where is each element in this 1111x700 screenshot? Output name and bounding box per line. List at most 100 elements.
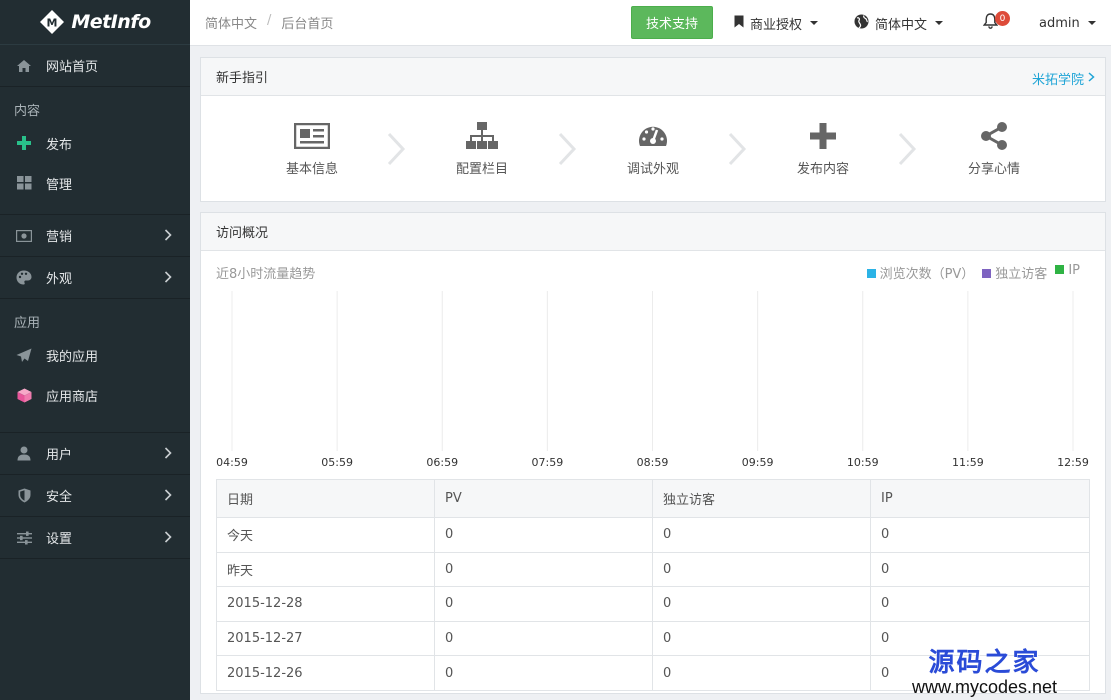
table-cell: 0 [434,586,653,622]
step-share[interactable]: 分享心情 [949,120,1039,177]
chevron-right-icon [164,271,172,287]
caret-down-icon [810,21,819,25]
globe-icon [854,14,869,33]
grid-icon [16,175,32,191]
table-cell: 2015-12-26 [216,655,435,691]
table-cell: 0 [652,586,871,622]
license-label: 商业授权 [750,17,803,33]
sidebar-item-manage[interactable]: 管理 [0,163,190,203]
col-pv: PV [434,479,653,518]
table-header-row: 日期 PV 独立访客 IP [216,479,1090,518]
table-cell: 0 [652,655,871,691]
step-debug-appearance[interactable]: 调试外观 [608,120,698,177]
sidebar-item-security[interactable]: 安全 [0,475,190,516]
table-cell: 0 [870,517,1090,553]
visits-title: 访问概况 [216,226,269,241]
sidebar-item-label: 我的应用 [46,349,99,365]
traffic-chart: 近8小时流量趋势 浏览次数（PV） 独立访客 IP 04:59 05:59 06:5… [201,251,1105,471]
watermark-url: www.mycodes.net [912,677,1058,697]
step-label: 基本信息 [285,162,338,177]
tech-support-button[interactable]: 技术支持 [631,6,713,39]
sidebar-item-label: 发布 [46,137,73,153]
x-tick-label: 06:59 [426,456,458,469]
step-label: 发布内容 [796,162,849,177]
user-dropdown[interactable]: admin [1039,0,1096,46]
chevron-right-icon [164,229,172,245]
chevron-right-icon [164,489,172,505]
table-cell: 0 [870,551,1090,588]
table-row: 今天 0 0 0 [216,517,1090,553]
chevron-right-icon [164,531,172,547]
money-icon [16,228,32,244]
step-publish-content[interactable]: 发布内容 [778,120,868,177]
brand-name: MetInfo [71,11,151,33]
step-arrow [558,132,577,166]
table-cell: 0 [652,517,871,553]
cube-icon [16,387,32,403]
chevron-right-icon [164,447,172,463]
breadcrumb-separator: / [267,13,272,28]
x-tick-label: 10:59 [847,456,879,469]
step-arrow [728,132,747,166]
palette-icon [16,270,32,286]
sidebar-item-home[interactable]: 网站首页 [0,45,190,86]
table-cell: 2015-12-28 [216,586,435,622]
guide-panel-header: 新手指引 米拓学院 [201,58,1105,96]
license-dropdown[interactable]: 商业授权 [734,0,819,46]
visits-panel-header: 访问概况 [201,213,1105,251]
table-cell: 2015-12-27 [216,620,435,657]
step-label: 调试外观 [626,162,679,177]
paper-plane-icon [16,347,32,363]
breadcrumb: 简体中文 / 后台首页 [205,13,333,32]
x-tick-label: 05:59 [321,456,353,469]
share-icon [949,120,1039,152]
breadcrumb-language[interactable]: 简体中文 [205,13,257,32]
sitemap-icon [437,120,527,152]
guide-steps: 基本信息 配置栏目 调试外观 发布内容 分享心情 [201,96,1105,201]
caret-down-icon [935,21,944,25]
step-label: 分享心情 [967,162,1020,177]
chart-plot-area: 04:59 05:59 06:59 07:59 08:59 09:59 10:59 11:59… [216,291,1089,469]
sidebar-item-label: 设置 [46,532,73,547]
caret-down-icon [1087,21,1096,25]
watermark-cn: 源码之家 [928,648,1041,678]
sidebar-item-marketing[interactable]: 营销 [0,215,190,256]
site-watermark: 源码之家 www.mycodes.net [912,642,1057,698]
table-cell: 昨天 [216,551,435,588]
sidebar: M MetInfo 网站首页 内容 发布 管理 营销 外观 应用 我的应用 应用… [0,0,190,700]
sidebar-item-label: 管理 [46,177,73,193]
x-tick-label: 11:59 [952,456,984,469]
table-cell: 0 [434,551,653,588]
sidebar-section-content: 内容 [14,104,41,119]
bookmark-icon [734,15,744,32]
sidebar-item-publish[interactable]: 发布 [0,123,190,163]
step-columns[interactable]: 配置栏目 [437,120,527,177]
sidebar-item-settings[interactable]: 设置 [0,517,190,558]
step-arrow [898,132,917,166]
sidebar-item-label: 安全 [46,490,73,505]
svg-text:M: M [47,17,58,30]
user-icon [16,446,32,462]
col-ip: IP [870,479,1090,518]
sidebar-section-apps: 应用 [14,316,41,331]
notifications-button[interactable]: 0 [982,0,1013,46]
top-bar: 简体中文 / 后台首页 技术支持 商业授权 简体中文 0 admin [190,0,1111,46]
shield-icon [16,488,32,504]
x-tick-label: 04:59 [216,456,248,469]
table-row: 昨天 0 0 0 [216,551,1090,588]
home-icon [16,58,32,74]
visits-panel: 访问概况 近8小时流量趋势 浏览次数（PV） 独立访客 IP 04:59 05:5… [200,212,1106,694]
sidebar-item-users[interactable]: 用户 [0,433,190,474]
sidebar-item-my-apps[interactable]: 我的应用 [0,335,190,375]
step-basic-info[interactable]: 基本信息 [267,120,357,177]
sidebar-item-app-store[interactable]: 应用商店 [0,375,190,415]
academy-link[interactable]: 米拓学院 [1032,69,1095,88]
academy-link-label: 米拓学院 [1031,73,1084,88]
language-dropdown[interactable]: 简体中文 [854,0,944,46]
table-cell: 今天 [216,517,435,553]
plus-icon [16,135,32,151]
sidebar-item-label: 营销 [46,230,73,245]
x-tick-label: 12:59 [1057,456,1089,469]
brand-logo[interactable]: M MetInfo [0,0,190,45]
sidebar-item-appearance[interactable]: 外观 [0,257,190,298]
